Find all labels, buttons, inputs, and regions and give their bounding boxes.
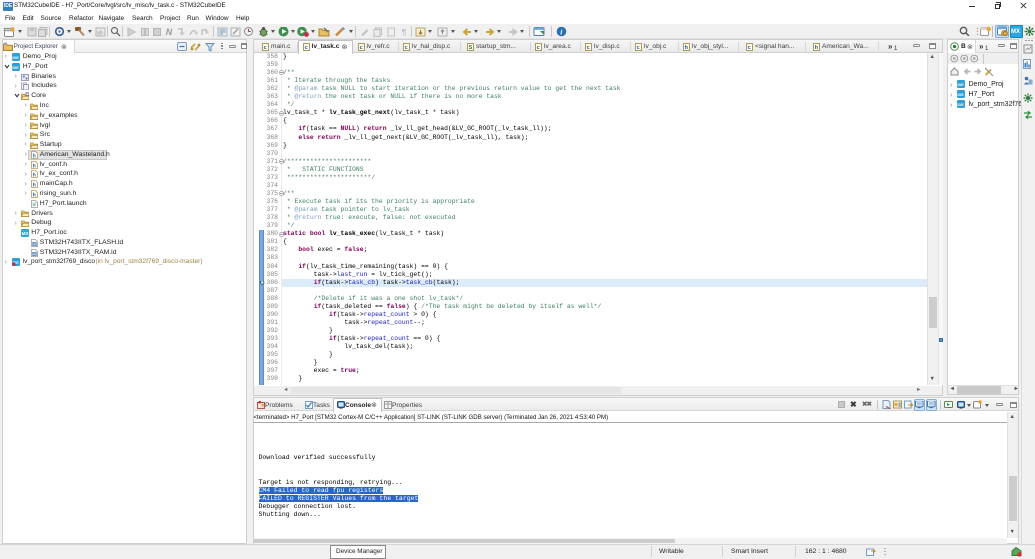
svg-text:c: c [264,45,267,51]
svg-text:c: c [304,45,307,51]
svg-text:h: h [32,193,35,198]
svg-text:c: c [587,45,590,51]
svg-text:c: c [637,45,640,51]
svg-text:c: c [405,45,408,51]
svg-text:IDE: IDE [957,103,964,107]
svg-text:ab: ab [97,30,103,36]
svg-text:c: c [748,45,751,51]
svg-text:C: C [1003,31,1007,36]
svg-text:h: h [32,153,35,158]
svg-text:MX: MX [21,231,28,236]
svg-text:h: h [32,163,35,168]
svg-text:c: c [359,45,362,51]
svg-text:C: C [26,92,29,97]
svg-text:h: h [32,173,35,178]
svg-text:S: S [469,45,473,51]
svg-text:IDE: IDE [957,93,964,97]
svg-text:IDE: IDE [957,83,964,87]
svg-text:h: h [32,183,35,188]
svg-text:c: c [537,45,540,51]
svg-text:IDE: IDE [12,66,19,70]
svg-text:IDE: IDE [12,56,19,60]
